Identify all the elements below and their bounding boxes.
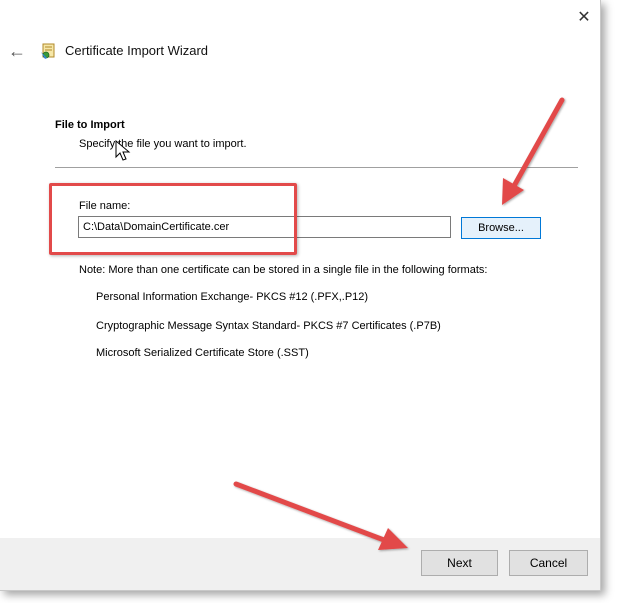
close-icon: ✕ xyxy=(577,9,591,26)
formats-note: Note: More than one certificate can be s… xyxy=(79,264,488,276)
next-button[interactable]: Next xyxy=(421,550,498,576)
section-subtitle: Specify the file you want to import. xyxy=(79,138,247,150)
wizard-title: Certificate Import Wizard xyxy=(65,43,209,58)
annotation-highlight-box xyxy=(49,183,297,255)
format-item-p7b: Cryptographic Message Syntax Standard- P… xyxy=(96,320,441,332)
format-item-pfx: Personal Information Exchange- PKCS #12 … xyxy=(96,291,369,303)
format-item-sst: Microsoft Serialized Certificate Store (… xyxy=(96,347,309,359)
mouse-cursor-icon xyxy=(115,140,131,161)
back-arrow-icon: ← xyxy=(8,41,26,61)
section-title: File to Import xyxy=(55,119,125,131)
close-button[interactable]: ✕ xyxy=(574,8,594,28)
browse-button[interactable]: Browse... xyxy=(461,217,541,239)
back-button[interactable]: ← xyxy=(6,40,28,62)
cancel-button[interactable]: Cancel xyxy=(509,550,588,576)
certificate-wizard-icon xyxy=(41,43,55,59)
certificate-import-wizard-window: ✕ ← Certificate Import Wizard File to Im… xyxy=(0,0,601,591)
header-divider xyxy=(55,167,578,168)
